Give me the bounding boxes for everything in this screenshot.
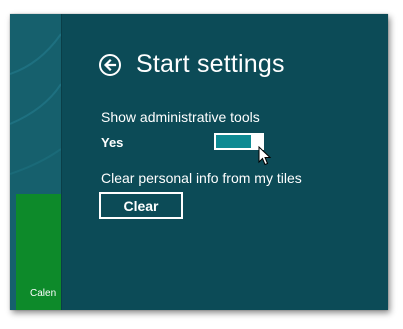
clear-button[interactable]: Clear — [99, 192, 183, 219]
settings-pane: Start settings Show administrative tools… — [61, 14, 388, 310]
start-screen-background — [10, 14, 61, 310]
screenshot-frame: Calen Start settings Show administrative… — [10, 14, 388, 310]
mouse-pointer-icon — [258, 146, 272, 166]
admin-tools-toggle[interactable] — [214, 133, 264, 150]
page-title: Start settings — [136, 50, 285, 78]
admin-tools-value: Yes — [101, 135, 124, 150]
back-button[interactable] — [99, 54, 121, 76]
toggle-track — [216, 135, 251, 148]
calendar-tile-label: Calen — [30, 288, 57, 299]
back-arrow-circle-icon — [103, 58, 117, 72]
clear-info-label: Clear personal info from my tiles — [101, 170, 302, 186]
admin-tools-label: Show administrative tools — [101, 109, 260, 125]
